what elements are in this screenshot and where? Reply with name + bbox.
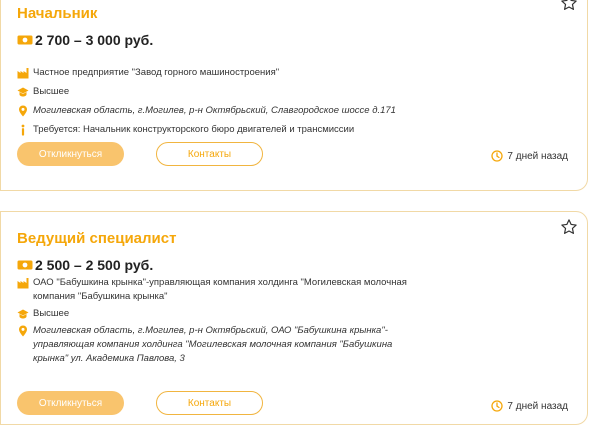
address-row: Могилевская область, г.Могилев, р-н Октя… [17, 104, 437, 118]
contacts-button[interactable]: Контакты [156, 391, 263, 415]
money-icon [17, 35, 33, 45]
requirement: Требуется: Начальник конструкторского бю… [33, 124, 355, 135]
company-row: Частное предприятие "Завод горного машин… [17, 66, 437, 80]
money-icon [17, 260, 33, 270]
education-level: Высшее [33, 86, 70, 97]
posted-time-text: 7 дней назад [507, 400, 568, 412]
graduation-cap-icon [17, 87, 29, 97]
location-pin-icon [19, 325, 27, 337]
requirement-row: Требуется: Начальник конструкторского бю… [17, 123, 437, 137]
address-row: Могилевская область, г.Могилев, р-н Октя… [17, 324, 407, 366]
posted-time: 7 дней назад [491, 150, 568, 162]
location-pin-icon [19, 105, 27, 117]
vacancy-title[interactable]: Ведущий специалист [17, 230, 176, 247]
education-row: Высшее [17, 307, 437, 321]
star-icon[interactable] [560, 0, 578, 12]
vacancy-card[interactable]: Начальник 2 700 – 3 000 руб. Частное пре… [0, 0, 588, 191]
apply-button[interactable]: Откликнуться [17, 142, 124, 166]
company-row: ОАО "Бабушкина крынка"-управляющая компа… [17, 276, 422, 304]
education-level: Высшее [33, 308, 70, 319]
salary-text: 2 700 – 3 000 руб. [35, 32, 154, 48]
vacancy-title[interactable]: Начальник [17, 5, 97, 22]
posted-time-text: 7 дней назад [507, 150, 568, 162]
education-row: Высшее [17, 85, 437, 99]
address: Могилевская область, г.Могилев, р-н Октя… [33, 105, 396, 116]
company-name: ОАО "Бабушкина крынка"-управляющая компа… [33, 277, 407, 302]
graduation-cap-icon [17, 309, 29, 319]
contacts-button[interactable]: Контакты [156, 142, 263, 166]
company-name: Частное предприятие "Завод горного машин… [33, 67, 280, 78]
salary: 2 700 – 3 000 руб. [17, 32, 153, 48]
clock-icon [491, 400, 504, 412]
apply-button[interactable]: Откликнуться [17, 391, 124, 415]
star-icon[interactable] [560, 218, 578, 236]
factory-icon [17, 68, 29, 79]
info-icon [21, 124, 25, 136]
salary-text: 2 500 – 2 500 руб. [35, 257, 154, 273]
clock-icon [491, 150, 504, 162]
salary: 2 500 – 2 500 руб. [17, 257, 153, 273]
vacancy-card[interactable]: Ведущий специалист 2 500 – 2 500 руб. ОА… [0, 211, 588, 425]
posted-time: 7 дней назад [491, 400, 568, 412]
address: Могилевская область, г.Могилев, р-н Октя… [33, 325, 393, 364]
factory-icon [17, 278, 29, 289]
